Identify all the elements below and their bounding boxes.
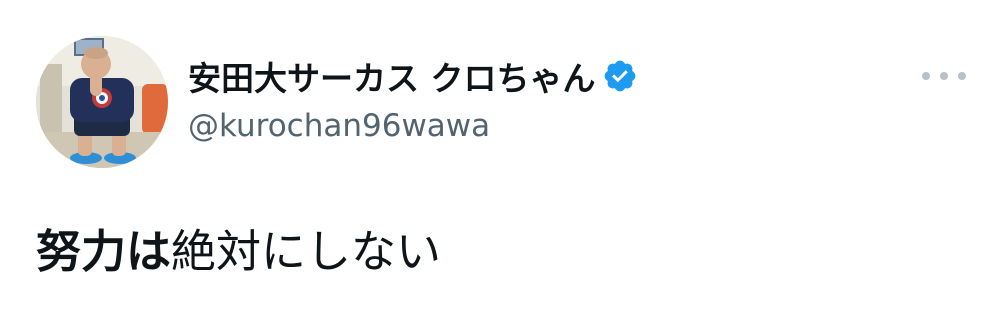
profile-photo-icon (36, 36, 168, 168)
tweet-text-regular: 絶対にしない (171, 225, 442, 278)
author-display-name[interactable]: 安田大サーカス クロちゃん (188, 52, 596, 100)
verified-badge-icon (602, 58, 638, 94)
author-handle[interactable]: @kurochan96wawa (188, 108, 490, 144)
tweet-text: 努力は絶対にしない (36, 222, 441, 282)
tweet-card: 安田大サーカス クロちゃん @kurochan96wawa 努力は絶対にしない (0, 0, 999, 332)
author-name-row[interactable]: 安田大サーカス クロちゃん (188, 52, 638, 100)
ellipsis-dot (940, 72, 948, 80)
tweet-text-bold: 努力は (36, 225, 172, 278)
more-options-button[interactable] (922, 62, 966, 90)
ellipsis-dot (958, 72, 966, 80)
ellipsis-dot (922, 72, 930, 80)
avatar[interactable] (36, 36, 168, 168)
